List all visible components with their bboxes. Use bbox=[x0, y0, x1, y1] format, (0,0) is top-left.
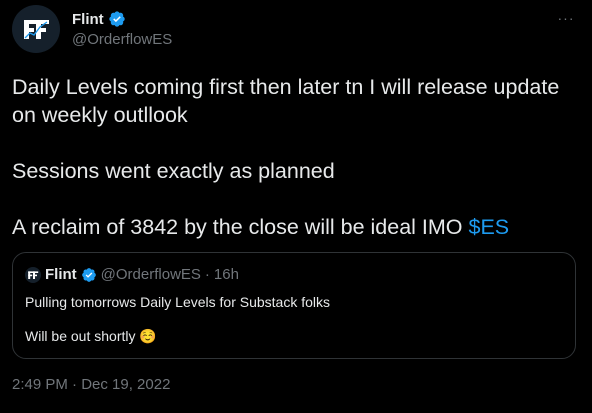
quoted-separator: · bbox=[204, 266, 210, 283]
author-handle[interactable]: @OrderflowES bbox=[72, 31, 172, 48]
tweet-text-line: Sessions went exactly as planned bbox=[12, 159, 335, 183]
quoted-tweet[interactable]: Flint @OrderflowES · 16h Pulling tomorro… bbox=[12, 252, 576, 359]
quoted-display-name: Flint bbox=[45, 266, 77, 283]
author-display-name[interactable]: Flint bbox=[72, 11, 104, 28]
author-name-row: Flint bbox=[72, 10, 126, 28]
avatar[interactable] bbox=[12, 5, 60, 53]
quoted-handle: @OrderflowES bbox=[100, 266, 201, 283]
quoted-tweet-text: Pulling tomorrows Daily Levels for Subst… bbox=[25, 293, 330, 345]
more-options-icon[interactable]: ··· bbox=[556, 8, 576, 28]
tweet-text-segment: A reclaim of 3842 by the close will be i… bbox=[12, 215, 469, 239]
tweet-text-line: A reclaim of 3842 by the close will be i… bbox=[12, 213, 572, 241]
tweet-text-line: Daily Levels coming first then later tn … bbox=[12, 75, 560, 127]
quoted-text-line: Pulling tomorrows Daily Levels for Subst… bbox=[25, 294, 331, 310]
quoted-text-line: Will be out shortly ☺️ bbox=[25, 327, 330, 345]
smiling-emoji-icon: ☺️ bbox=[139, 328, 157, 344]
verified-badge-icon bbox=[81, 267, 96, 282]
tweet-text: Daily Levels coming first then later tn … bbox=[12, 73, 572, 241]
flint-logo-icon bbox=[24, 20, 49, 39]
flint-logo-icon bbox=[28, 270, 39, 279]
quoted-age: 16h bbox=[213, 266, 239, 283]
tweet-card: Flint @OrderflowES ··· Daily Levels comi… bbox=[0, 0, 592, 413]
cashtag-link[interactable]: $ES bbox=[469, 215, 510, 239]
quoted-text-segment: Will be out shortly bbox=[25, 328, 136, 344]
verified-badge-icon bbox=[108, 11, 125, 27]
tweet-timestamp[interactable]: 2:49 PM · Dec 19, 2022 bbox=[12, 376, 170, 393]
quoted-avatar bbox=[25, 266, 41, 283]
quoted-tweet-header: Flint @OrderflowES · 16h bbox=[25, 266, 239, 283]
